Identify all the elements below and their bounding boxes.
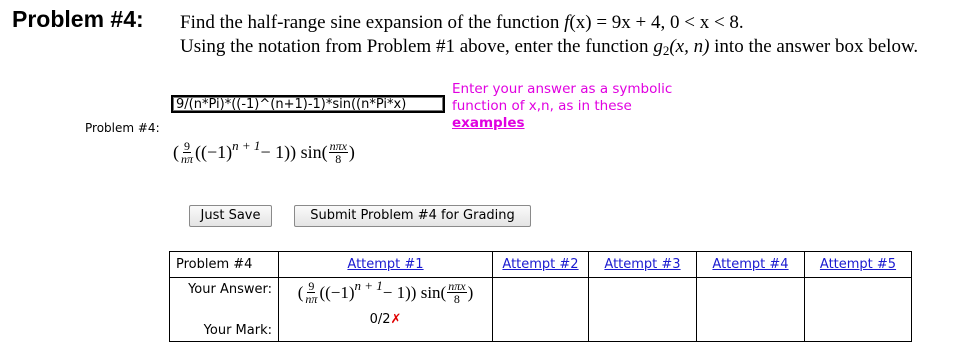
answer-hint: Enter your answer as a symbolic function… xyxy=(452,81,673,132)
attempt-2-link[interactable]: Attempt #2 xyxy=(492,251,589,278)
attempt-1-answer: ( 9 nπ ((−1) n + 1 − 1)) sin( nπx 8 ) xyxy=(297,277,474,306)
table-header-problem: Problem #4 xyxy=(169,251,279,278)
examples-link[interactable]: examples xyxy=(452,115,672,132)
attempt-1-link[interactable]: Attempt #1 xyxy=(278,251,493,278)
attempts-header-row: Problem #4 Attempt #1 Attempt #2 Attempt… xyxy=(169,251,912,278)
attempt-5-link[interactable]: Attempt #5 xyxy=(804,251,912,278)
attempts-table: Problem #4 Attempt #1 Attempt #2 Attempt… xyxy=(169,251,912,342)
wrong-x-icon: ✗ xyxy=(390,312,402,327)
row-labels: Your Answer: Your Mark: xyxy=(169,277,279,342)
attempt-4-link[interactable]: Attempt #4 xyxy=(696,251,805,278)
attempt-2-cell xyxy=(492,277,589,342)
your-mark-label: Your Mark: xyxy=(203,323,272,338)
answer-preview: ( 9 nπ ((−1) n + 1 − 1)) sin( nπx 8 ) xyxy=(173,137,355,166)
attempt-1-cell: ( 9 nπ ((−1) n + 1 − 1)) sin( nπx 8 ) 0/2✗ xyxy=(278,277,493,342)
answer-row-label: Problem #4: xyxy=(85,121,160,135)
problem-statement-line1: Find the half-range sine expansion of th… xyxy=(180,12,744,33)
attempt-3-cell xyxy=(588,277,697,342)
attempt-1-mark: 0/2✗ xyxy=(369,312,402,327)
attempt-4-cell xyxy=(696,277,805,342)
attempt-5-cell xyxy=(804,277,912,342)
your-answer-label: Your Answer: xyxy=(188,282,272,297)
answer-input[interactable]: 9/(n*Pi)*((-1)^(n+1)-1)*sin((n*Pi*x) xyxy=(171,95,445,113)
just-save-button[interactable]: Just Save xyxy=(189,205,272,227)
attempts-body-row: Your Answer: Your Mark: ( 9 nπ ((−1) n + 1… xyxy=(169,277,912,342)
attempt-3-link[interactable]: Attempt #3 xyxy=(588,251,697,278)
problem-statement-line2: Using the notation from Problem #1 above… xyxy=(180,36,919,58)
problem-title: Problem #4: xyxy=(12,6,144,32)
submit-for-grading-button[interactable]: Submit Problem #4 for Grading xyxy=(294,205,531,227)
